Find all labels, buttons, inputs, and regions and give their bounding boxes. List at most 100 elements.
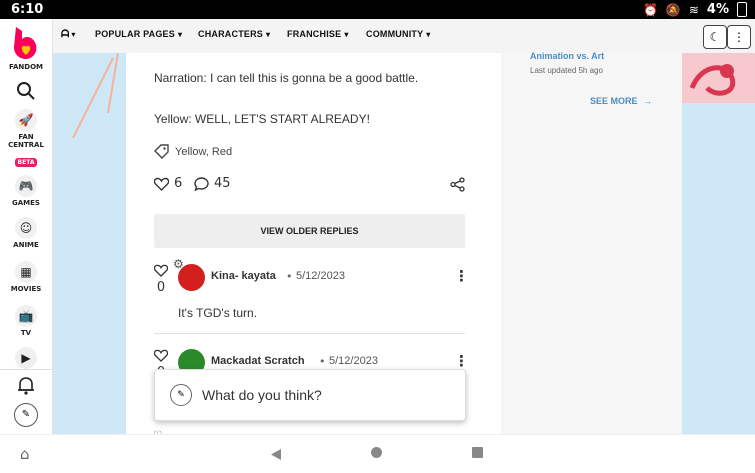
recents-button[interactable] (472, 447, 483, 458)
nav-label: COMMUNITY (366, 29, 424, 39)
status-time: 6:10 (11, 2, 44, 17)
reply-like-button[interactable]: 0 (153, 262, 169, 295)
post-line-2: Yellow: WELL, LET'S START ALREADY! (154, 112, 370, 126)
back-triangle-icon (271, 449, 281, 460)
reply-date: 5/12/2023 (296, 270, 345, 282)
reply-text: It's TGD's turn. (178, 306, 258, 320)
nav-popular-pages[interactable]: POPULAR PAGES ▾ (95, 29, 182, 39)
nav-franchise[interactable]: FRANCHISE ▾ (287, 29, 349, 39)
mute-icon: 🔕 (665, 2, 681, 17)
heart-icon (153, 349, 169, 362)
post-comment-count: 45 (214, 176, 231, 191)
sidebar-item-label: FANDOM (9, 63, 43, 71)
see-more-link[interactable]: SEE MORE → (590, 96, 652, 106)
anime-face-icon: ☺ (15, 217, 37, 239)
reply-like-count: 0 (156, 280, 166, 295)
wifi-icon: ≋ (688, 2, 699, 17)
sidebar: FANDOM 🚀 FAN CENTRAL BETA 🎮 GAMES ☺ ANIM… (0, 19, 53, 434)
sidebar-item-label: TV (20, 329, 32, 337)
reply-separator-dot: • (286, 270, 293, 283)
tag-icon (154, 144, 169, 159)
reply-author[interactable]: Kina- kayata (211, 270, 276, 282)
post-like-button[interactable]: 6 (154, 176, 182, 191)
reply-options-button[interactable]: ⋮ (454, 352, 469, 370)
tags-text: Yellow, Red (175, 145, 233, 158)
post-comments-button[interactable]: 45 (194, 176, 231, 191)
reply-options-button[interactable]: ⋮ (454, 267, 469, 285)
rail-link-title[interactable]: Animation vs. Art (530, 51, 604, 61)
heart-icon (154, 177, 169, 191)
background-art (682, 53, 755, 103)
sidebar-search[interactable] (0, 81, 52, 105)
sidebar-item-label: GAMES (12, 199, 40, 207)
avatar: ✎ (170, 384, 192, 406)
dark-mode-button[interactable]: ☾ (703, 25, 727, 49)
film-icon: ▦ (15, 261, 37, 283)
kebab-menu-icon: ⋮ (454, 352, 469, 370)
nav-label: POPULAR PAGES (95, 29, 175, 39)
status-bar: 6:10 ⏰ 🔕 ≋ 4% (0, 0, 755, 19)
share-icon (450, 177, 465, 192)
reply-date: 5/12/2023 (329, 355, 378, 367)
wiki-logo-icon[interactable]: ᗩ ▾ (61, 29, 75, 40)
reply-composer[interactable]: ✎ What do you think? (154, 369, 466, 421)
sidebar-item-anime[interactable]: ☺ ANIME (0, 217, 52, 249)
sidebar-item-video[interactable]: ▶ (0, 347, 52, 369)
rail-last-updated: Last updated 5h ago (530, 66, 603, 75)
nav-label: CHARACTERS (198, 29, 263, 39)
wiki-background-right (682, 53, 755, 434)
gamepad-icon: 🎮 (15, 175, 37, 197)
notifications-button[interactable] (0, 375, 52, 399)
composer-placeholder[interactable]: What do you think? (202, 387, 322, 403)
more-options-button[interactable]: ⋮ (727, 25, 751, 49)
reply-separator-dot: • (319, 355, 326, 368)
beta-badge: BETA (14, 158, 38, 167)
comment-icon (194, 176, 209, 191)
battery-icon (737, 2, 747, 17)
search-icon (17, 82, 35, 100)
bell-icon (18, 377, 34, 395)
sidebar-item-movies[interactable]: ▦ MOVIES (0, 261, 52, 293)
nav-community[interactable]: COMMUNITY ▾ (366, 29, 431, 39)
nav-characters[interactable]: CHARACTERS ▾ (198, 29, 270, 39)
background-art (72, 52, 119, 139)
back-button[interactable] (270, 446, 282, 465)
nav-label: FRANCHISE (287, 29, 342, 39)
wiki-background-left (53, 52, 126, 434)
see-more-label: SEE MORE (590, 96, 638, 106)
sidebar-item-label: FAN CENTRAL (8, 133, 44, 149)
chevron-down-icon: ▾ (266, 30, 271, 39)
alarm-icon: ⏰ (642, 2, 658, 17)
status-icons: ⏰ 🔕 ≋ 4% (643, 2, 747, 17)
video-icon: ▶ (15, 347, 37, 369)
top-navigation: ᗩ ▾ POPULAR PAGES ▾ CHARACTERS ▾ FRANCHISE ▾… (53, 19, 755, 54)
battery-level: 4% (706, 2, 729, 17)
rocket-icon: 🚀 (15, 109, 37, 131)
view-older-replies-button[interactable]: VIEW OLDER REPLIES (154, 214, 465, 248)
system-navigation-bar: ⌂ (0, 434, 755, 473)
home-button[interactable] (371, 447, 382, 458)
chevron-down-icon: ▾ (177, 30, 183, 39)
heart-icon (153, 264, 169, 277)
avatar: ✎ (14, 403, 38, 427)
user-avatar-button[interactable]: ✎ (0, 403, 52, 427)
sidebar-item-tv[interactable]: 📺 TV (0, 305, 52, 337)
kebab-menu-icon: ⋮ (733, 30, 745, 44)
home-launcher-icon[interactable]: ⌂ (20, 445, 30, 463)
chevron-down-icon: ▾ (426, 30, 431, 39)
sidebar-item-fan-central[interactable]: 🚀 FAN CENTRAL BETA (0, 109, 52, 168)
chevron-down-icon: ▾ (344, 30, 349, 39)
reply-divider (154, 333, 465, 334)
avatar[interactable] (178, 264, 205, 291)
share-button[interactable] (450, 177, 465, 196)
right-rail: Animation vs. Art Last updated 5h ago SE… (501, 51, 682, 434)
arrow-right-icon: → (643, 96, 653, 106)
moon-icon: ☾ (709, 30, 721, 44)
post-tags[interactable]: Yellow, Red (154, 144, 232, 159)
sidebar-item-fandom[interactable]: FANDOM (0, 25, 52, 71)
post-like-count: 6 (174, 176, 183, 191)
reply-author[interactable]: Mackadat Scratch (211, 355, 305, 367)
sidebar-item-games[interactable]: 🎮 GAMES (0, 175, 52, 207)
kebab-menu-icon: ⋮ (454, 267, 469, 285)
fandom-logo-icon (14, 27, 37, 59)
